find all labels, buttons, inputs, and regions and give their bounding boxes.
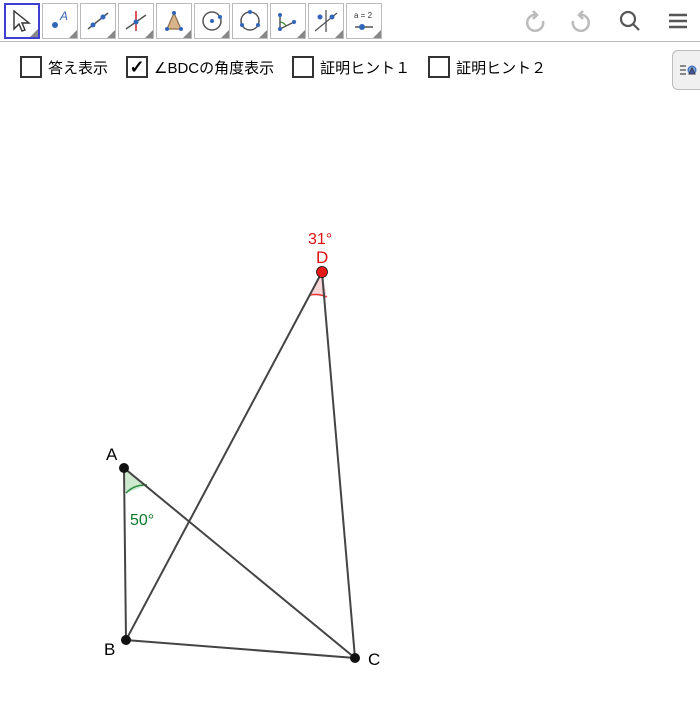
checkbox-box bbox=[428, 56, 450, 78]
tool-reflect[interactable] bbox=[308, 3, 344, 39]
checkbox-row: 答え表示 ∠BDCの角度表示 証明ヒント１ 証明ヒント２ bbox=[0, 42, 700, 92]
tool-circle-3pt[interactable] bbox=[232, 3, 268, 39]
undo-button[interactable] bbox=[516, 3, 552, 39]
tool-perpendicular[interactable] bbox=[118, 3, 154, 39]
geometry-canvas[interactable]: A B C D 50° 31° bbox=[0, 100, 700, 700]
label-c: C bbox=[368, 650, 380, 669]
label-d: D bbox=[316, 248, 328, 267]
redo-button[interactable] bbox=[564, 3, 600, 39]
menu-button[interactable] bbox=[660, 3, 696, 39]
segment-bd[interactable] bbox=[126, 272, 322, 640]
checkbox-box bbox=[20, 56, 42, 78]
tool-move[interactable] bbox=[4, 3, 40, 39]
toolbar-right bbox=[516, 3, 696, 39]
tool-angle[interactable] bbox=[270, 3, 306, 39]
segment-ab[interactable] bbox=[124, 468, 126, 640]
toolbar: A a = 2 bbox=[0, 0, 700, 42]
tool-group: A a = 2 bbox=[4, 3, 382, 39]
segment-ac[interactable] bbox=[124, 468, 355, 658]
tool-line[interactable] bbox=[80, 3, 116, 39]
label-a: A bbox=[106, 445, 118, 464]
checkbox-label: 証明ヒント２ bbox=[456, 57, 546, 78]
checkbox-hint1[interactable]: 証明ヒント１ bbox=[292, 56, 410, 78]
panel-icon bbox=[677, 60, 697, 80]
svg-text:a = 2: a = 2 bbox=[354, 11, 373, 20]
segment-cd[interactable] bbox=[322, 272, 355, 658]
side-panel-toggle[interactable] bbox=[672, 50, 700, 90]
label-b: B bbox=[104, 640, 115, 659]
point-a[interactable] bbox=[119, 463, 129, 473]
svg-text:A: A bbox=[59, 9, 68, 23]
point-d[interactable] bbox=[317, 267, 328, 278]
checkbox-box bbox=[126, 56, 148, 78]
checkbox-label: ∠BDCの角度表示 bbox=[154, 57, 274, 78]
point-b[interactable] bbox=[121, 635, 131, 645]
checkbox-box bbox=[292, 56, 314, 78]
search-button[interactable] bbox=[612, 3, 648, 39]
checkbox-answer[interactable]: 答え表示 bbox=[20, 56, 108, 78]
point-c[interactable] bbox=[350, 653, 360, 663]
checkbox-label: 答え表示 bbox=[48, 57, 108, 78]
checkbox-angle-bdc[interactable]: ∠BDCの角度表示 bbox=[126, 56, 274, 78]
tool-circle-center[interactable] bbox=[194, 3, 230, 39]
angle-value-a: 50° bbox=[130, 512, 154, 529]
tool-polygon[interactable] bbox=[156, 3, 192, 39]
tool-point[interactable]: A bbox=[42, 3, 78, 39]
segment-bc[interactable] bbox=[126, 640, 355, 658]
checkbox-hint2[interactable]: 証明ヒント２ bbox=[428, 56, 546, 78]
angle-value-d: 31° bbox=[308, 231, 332, 248]
checkbox-label: 証明ヒント１ bbox=[320, 57, 410, 78]
tool-slider[interactable]: a = 2 bbox=[346, 3, 382, 39]
